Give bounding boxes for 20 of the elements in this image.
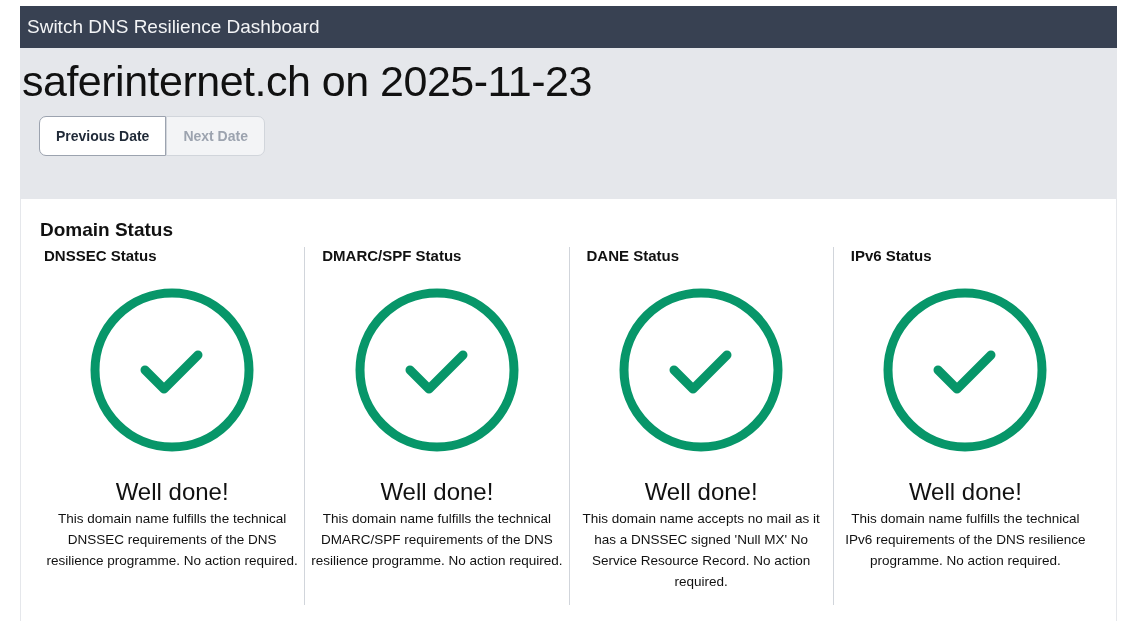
app-title: Switch DNS Resilience Dashboard	[20, 6, 1117, 48]
status-headline: Well done!	[908, 478, 1022, 506]
status-description: This domain name fulfills the technical DMARC/SPF requirements of the DNS resilience programme. No action required.	[310, 510, 564, 570]
status-title: IPv6 Status	[849, 247, 932, 264]
check-circle-icon	[883, 288, 1048, 452]
status-headline: Well done!	[380, 478, 494, 506]
status-headline: Well done!	[644, 478, 758, 506]
status-title: DNSSEC Status	[44, 247, 157, 264]
check-circle-icon	[619, 288, 784, 452]
status-title: DANE Status	[585, 247, 679, 264]
page-title: saferinternet.ch on 2025-11-23	[22, 56, 593, 107]
previous-date-button[interactable]: Previous Date	[39, 116, 167, 156]
status-headline: Well done!	[115, 478, 229, 506]
status-title: DMARC/SPF Status	[321, 247, 462, 264]
section-title: Domain Status	[40, 219, 175, 241]
status-description: This domain name fulfills the technical DNSSEC requirements of the DNS resilience programme. No action required.	[45, 510, 299, 570]
check-circle-icon	[354, 288, 519, 452]
status-description: This domain name fulfills the technical IPv6 requirements of the DNS resilience programme. No action required.	[844, 510, 1087, 570]
check-circle-icon	[90, 288, 255, 452]
status-description: This domain name accepts no mail as it has a DNSSEC signed 'Null MX' No Service Resource Record. No action required.	[581, 510, 821, 591]
